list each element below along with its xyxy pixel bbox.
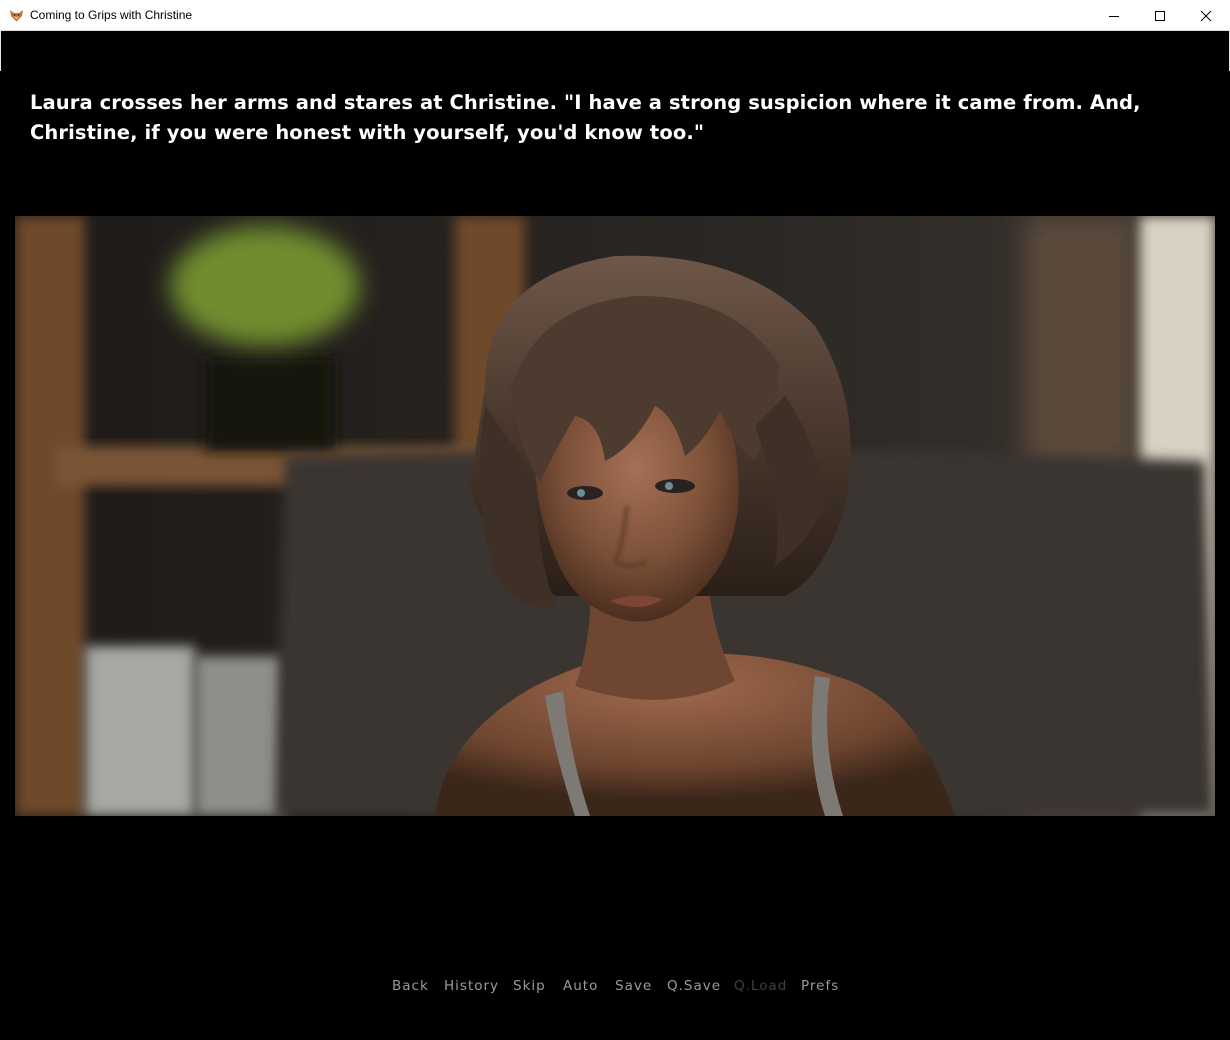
quick-load-button[interactable]: Q.Load	[734, 978, 787, 994]
close-button[interactable]	[1183, 0, 1229, 31]
scene-illustration	[15, 216, 1215, 816]
maximize-button[interactable]	[1137, 0, 1183, 31]
dialogue-text[interactable]: Laura crosses her arms and stares at Chr…	[30, 88, 1210, 148]
auto-button[interactable]: Auto	[563, 978, 598, 994]
minimize-button[interactable]	[1091, 0, 1137, 31]
minimize-icon	[1109, 15, 1119, 17]
window-title: Coming to Grips with Christine	[30, 8, 193, 22]
window-frame-left	[0, 31, 1, 71]
window-titlebar: Coming to Grips with Christine	[0, 0, 1230, 31]
scene-image[interactable]	[15, 216, 1215, 816]
fox-icon	[10, 10, 23, 22]
save-button[interactable]: Save	[615, 978, 652, 994]
skip-button[interactable]: Skip	[513, 978, 546, 994]
maximize-icon	[1155, 10, 1165, 21]
quick-menu: Back History Skip Auto Save Q.Save Q.Loa…	[0, 978, 1230, 998]
history-button[interactable]: History	[444, 978, 499, 994]
quick-save-button[interactable]: Q.Save	[667, 978, 721, 994]
prefs-button[interactable]: Prefs	[801, 978, 839, 994]
back-button[interactable]: Back	[392, 978, 429, 994]
close-icon	[1200, 10, 1212, 21]
